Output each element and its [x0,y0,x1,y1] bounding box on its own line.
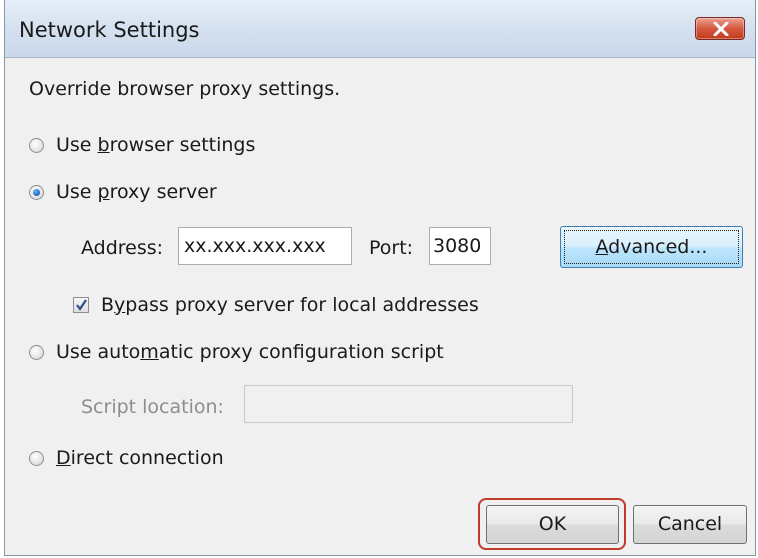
radio-label: Use proxy server [56,181,217,203]
radio-direct-connection[interactable]: Direct connection [29,447,224,469]
radio-use-browser-settings[interactable]: Use browser settings [29,134,255,156]
port-input[interactable]: 3080 [429,227,491,265]
dialog-title: Network Settings [19,18,200,42]
radio-button[interactable] [29,450,44,466]
port-label: Port: [369,237,414,259]
radio-use-proxy-server[interactable]: Use proxy server [29,181,217,203]
network-settings-dialog: Network Settings Override browser proxy … [4,0,756,556]
bypass-checkbox[interactable] [73,297,89,313]
cancel-button[interactable]: Cancel [633,505,747,544]
description-text: Override browser proxy settings. [29,78,341,100]
address-input[interactable]: xx.xxx.xxx.xxx [178,227,352,265]
script-location-label: Script location: [81,396,224,418]
address-label: Address: [81,237,164,259]
focus-rectangle [564,230,739,264]
ok-highlight-box [478,498,626,550]
title-bar: Network Settings [5,0,755,58]
checkmark-icon [76,299,87,311]
radio-button[interactable] [29,137,44,153]
radio-button-checked[interactable] [29,184,44,200]
radio-label: Direct connection [56,447,224,469]
close-icon [713,22,729,36]
radio-label: Use automatic proxy configuration script [56,341,444,363]
radio-button[interactable] [29,344,44,360]
bypass-label: Bypass proxy server for local addresses [101,294,479,316]
radio-use-auto-config-script[interactable]: Use automatic proxy configuration script [29,341,444,363]
radio-label: Use browser settings [56,134,256,156]
script-location-input[interactable] [244,385,573,423]
advanced-button[interactable]: Advanced... [560,226,743,268]
close-button[interactable] [695,17,745,40]
